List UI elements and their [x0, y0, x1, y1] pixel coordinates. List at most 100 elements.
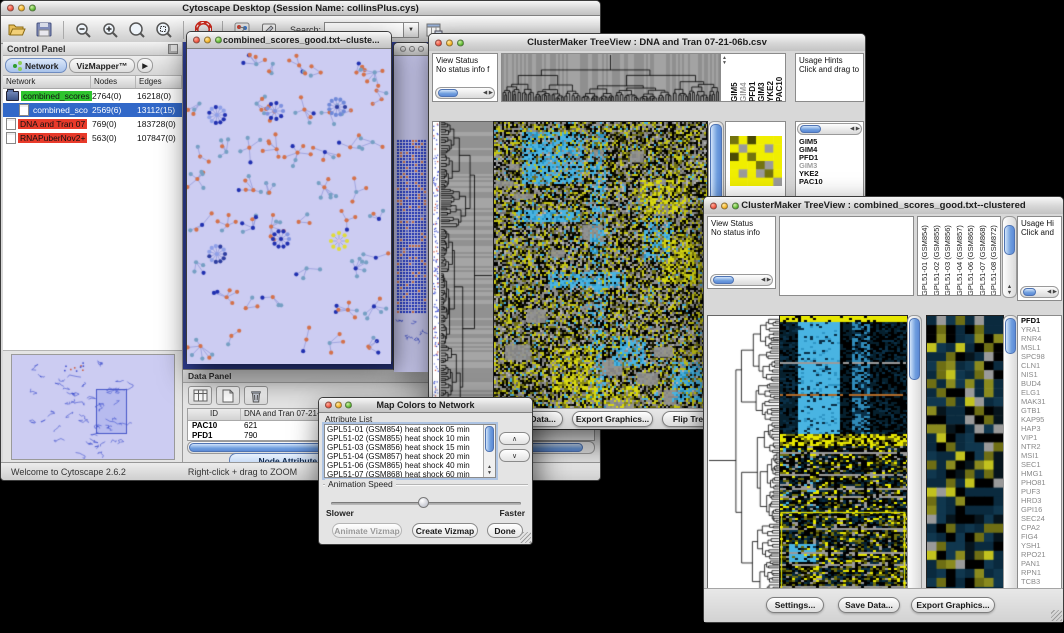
column-label[interactable]: GPL51-01 (GSM854) [920, 218, 932, 296]
scrollbar-thumb[interactable] [713, 276, 734, 284]
row-label[interactable]: RNR4 [1018, 334, 1061, 343]
search-dropdown-icon[interactable]: ▼ [404, 22, 419, 38]
id-column-header[interactable]: ID [188, 409, 241, 420]
export-graphics-button[interactable]: Export Graphics... [572, 411, 653, 427]
export-graphics-button[interactable]: Export Graphics... [911, 597, 995, 613]
main-titlebar[interactable]: Cytoscape Desktop (Session Name: collins… [1, 1, 600, 16]
zoom-out-icon[interactable] [71, 19, 95, 41]
close-icon[interactable] [325, 402, 332, 409]
row-label[interactable]: CLN1 [1018, 361, 1061, 370]
minimize-icon[interactable] [204, 37, 211, 44]
zoom-heatmap[interactable] [730, 136, 782, 186]
row-label[interactable]: MSL1 [1018, 343, 1061, 352]
tab-more[interactable]: ▶ [137, 58, 152, 73]
row-label[interactable]: VIP1 [1018, 433, 1061, 442]
row-label[interactable]: MSI1 [1018, 451, 1061, 460]
dialog-titlebar[interactable]: Map Colors to Network [319, 398, 532, 413]
attribute-item[interactable]: GPL51-01 (GSM854) heat shock 05 min [325, 425, 495, 434]
create-vizmap-button[interactable]: Create Vizmap [412, 523, 478, 538]
row-label[interactable]: BUD4 [1018, 379, 1061, 388]
zoom-window-icon[interactable] [418, 46, 424, 52]
column-label[interactable]: GPL51-06 (GSM865) [966, 218, 978, 296]
attribute-item[interactable]: GPL51-07 (GSM868) heat shock 60 min [325, 470, 495, 478]
network-row[interactable]: combined_scores2764(0)16218(0) [3, 89, 182, 103]
row-label[interactable]: PAN1 [1018, 559, 1061, 568]
row-label[interactable]: PUF3 [1018, 487, 1061, 496]
close-icon[interactable] [710, 202, 717, 209]
network-row[interactable]: RNAPuberNov2+563(0)107847(0) [3, 131, 182, 145]
column-header-edges[interactable]: Edges [136, 76, 182, 88]
row-label[interactable]: HAP3 [1018, 424, 1061, 433]
row-label[interactable]: GTB1 [1018, 406, 1061, 415]
animate-vizmap-button[interactable]: Animate Vizmap [332, 523, 402, 538]
zoom-fit-icon[interactable] [152, 19, 176, 41]
view-status-hscrollbar[interactable]: ◀ ▶ [435, 87, 495, 99]
row-label[interactable]: FIG4 [1018, 532, 1061, 541]
attribute-list[interactable]: GPL51-01 (GSM854) heat shock 05 min GPL51… [324, 424, 496, 478]
close-icon[interactable] [193, 37, 200, 44]
zoom-window-icon[interactable] [345, 402, 352, 409]
column-labels-vscrollbar[interactable]: ▲▼ [1002, 216, 1017, 298]
zoom-in-icon[interactable] [98, 19, 122, 41]
scrollbar-thumb[interactable] [1023, 288, 1036, 296]
column-label[interactable]: PAC10 [775, 55, 784, 102]
scrollbar-thumb[interactable] [1005, 318, 1016, 354]
background-window-titlebar[interactable] [394, 43, 429, 56]
scrollbar-thumb[interactable] [438, 89, 458, 97]
close-icon[interactable] [435, 39, 442, 46]
scroll-arrows[interactable]: ▲▼ [722, 56, 727, 66]
background-network-window[interactable] [393, 42, 430, 372]
tab-vizmapper[interactable]: VizMapper™ [69, 58, 136, 73]
scrollbar-arrows[interactable]: ◀ ▶ [850, 124, 860, 134]
scrollbar-thumb[interactable] [1004, 225, 1015, 255]
settings-button[interactable]: Settings... [766, 597, 824, 613]
attribute-item[interactable]: GPL51-04 (GSM857) heat shock 20 min [325, 452, 495, 461]
resize-grip[interactable] [1051, 610, 1062, 621]
column-label[interactable]: GIM4 [739, 55, 748, 102]
row-label[interactable]: NTR2 [1018, 442, 1061, 451]
usage-hints-hscrollbar[interactable]: ◀ ▶ [1020, 286, 1059, 298]
column-label[interactable]: GPL51-07 (GSM868) [978, 218, 990, 296]
row-label[interactable]: TCB3 [1018, 577, 1061, 586]
column-label[interactable]: GPL51-03 (GSM856) [943, 218, 955, 296]
open-icon[interactable] [5, 19, 29, 41]
row-dendrogram[interactable] [707, 315, 781, 606]
column-label[interactable]: GPL51-04 (GSM857) [955, 218, 967, 296]
minimize-icon[interactable] [409, 46, 415, 52]
network-view-titlebar[interactable]: combined_scores_good.txt--cluste... [187, 32, 391, 49]
new-attribute-icon[interactable] [216, 386, 240, 405]
row-label[interactable]: HRD3 [1018, 496, 1061, 505]
attribute-item[interactable]: GPL51-06 (GSM865) heat shock 40 min [325, 461, 495, 470]
slider-knob[interactable] [418, 497, 429, 508]
row-label[interactable]: GPI16 [1018, 505, 1061, 514]
network-overview[interactable] [11, 354, 175, 460]
row-label[interactable]: CPA2 [1018, 523, 1061, 532]
global-heatmap[interactable] [779, 315, 908, 606]
network-canvas[interactable] [187, 49, 391, 364]
row-label[interactable]: HMG1 [1018, 469, 1061, 478]
global-heatmap[interactable] [493, 121, 708, 430]
minimize-icon[interactable] [721, 202, 728, 209]
row-label[interactable]: NIS1 [1018, 370, 1061, 379]
row-label[interactable]: KAP95 [1018, 415, 1061, 424]
column-label[interactable]: GPL51-02 (GSM855) [932, 218, 944, 296]
row-label[interactable]: SPC98 [1018, 352, 1061, 361]
delete-attribute-icon[interactable] [244, 386, 268, 405]
column-header-network[interactable]: Network [3, 76, 91, 88]
scrollbar-arrows[interactable]: ◀ ▶ [761, 275, 771, 285]
column-dendrogram[interactable] [502, 54, 719, 101]
zoom-window-icon[interactable] [457, 39, 464, 46]
close-icon[interactable] [7, 5, 14, 12]
network-row[interactable]: combined_sco2569(6)13112(15) [3, 103, 182, 117]
float-panel-icon[interactable] [168, 44, 178, 54]
column-label[interactable]: GPL51-08 (GSM872) [989, 218, 1001, 296]
treeview2-titlebar[interactable]: ClusterMaker TreeView : combined_scores_… [704, 197, 1063, 215]
resize-grip[interactable] [520, 532, 531, 543]
scrollbar-thumb[interactable] [485, 426, 494, 452]
row-label[interactable]: YSH1 [1018, 541, 1061, 550]
zoom-selected-icon[interactable] [125, 19, 149, 41]
column-label[interactable]: PFD1 [748, 55, 757, 102]
row-dendrogram[interactable] [439, 121, 494, 430]
zoom-window-icon[interactable] [29, 5, 36, 12]
row-label[interactable]: MAK31 [1018, 397, 1061, 406]
